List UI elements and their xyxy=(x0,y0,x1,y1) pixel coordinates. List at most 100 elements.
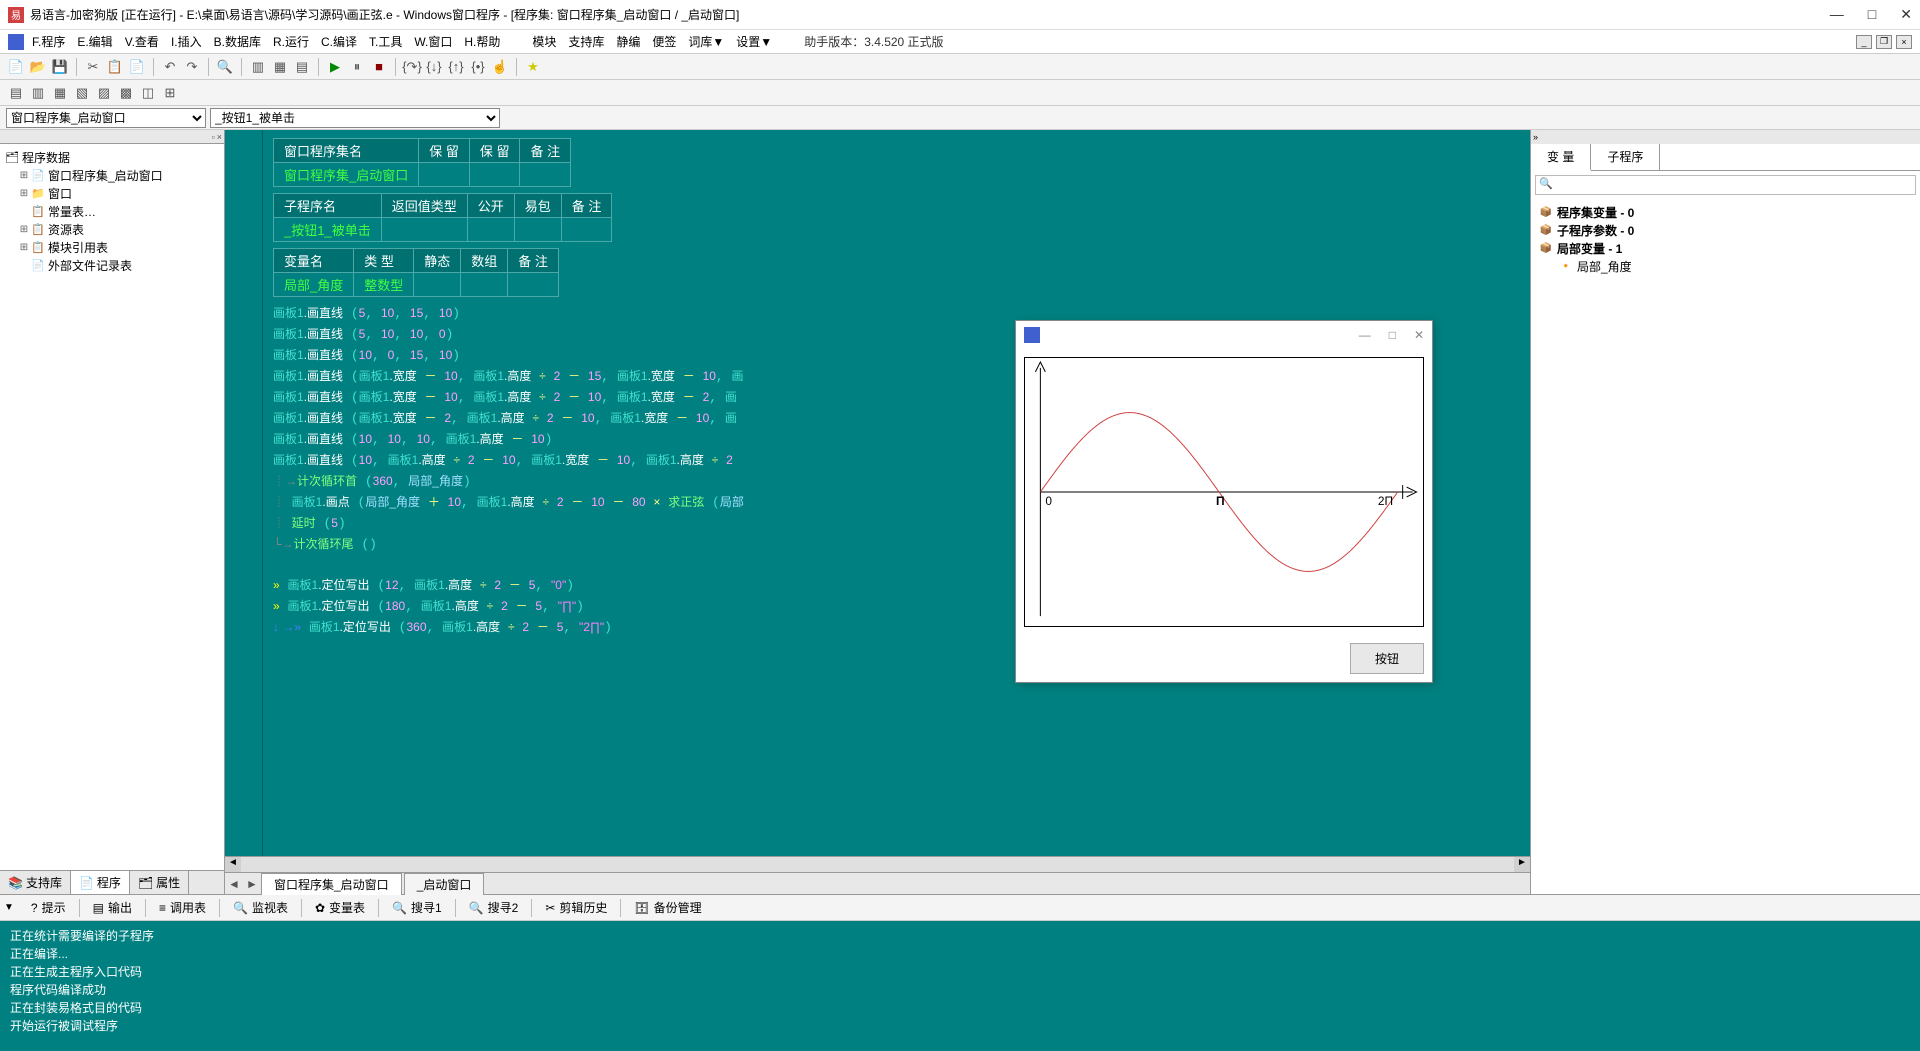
tb2-7[interactable]: ◫ xyxy=(138,83,158,103)
layout2-button[interactable]: ▦ xyxy=(270,57,290,77)
runtime-close-button[interactable]: ✕ xyxy=(1414,328,1424,342)
minimize-button[interactable]: — xyxy=(1830,6,1844,23)
tb2-3[interactable]: ▦ xyxy=(50,83,70,103)
runtime-window[interactable]: — □ ✕ 0 Π 2Π xyxy=(1015,320,1433,683)
panel-dock-icon[interactable]: ▫ xyxy=(212,132,215,142)
expand-icon[interactable]: ⊞ xyxy=(18,224,30,235)
runtime-maximize-button[interactable]: □ xyxy=(1389,328,1396,342)
editor-tab[interactable]: 窗口程序集_启动窗口 xyxy=(261,873,402,895)
expand-icon[interactable]: ⊞ xyxy=(18,242,30,253)
var-group[interactable]: 📦程序集变量 - 0 xyxy=(1539,203,1912,221)
pause-button[interactable]: ⏸ xyxy=(347,57,367,77)
mdi-restore-button[interactable]: ❐ xyxy=(1876,35,1892,49)
assembly-select[interactable]: 窗口程序集_启动窗口 xyxy=(6,108,206,128)
panel-pin-icon[interactable]: ▼ xyxy=(4,902,14,913)
var-group[interactable]: 📦子程序参数 - 0 xyxy=(1539,221,1912,239)
horizontal-scrollbar[interactable]: ◄ ► xyxy=(225,856,1530,872)
cursor-icon[interactable]: ☝ xyxy=(490,57,510,77)
tab-prev-icon[interactable]: ◄ xyxy=(225,877,243,891)
runtime-minimize-button[interactable]: — xyxy=(1359,328,1371,342)
tree-item[interactable]: ⊞📋资源表 xyxy=(4,220,220,238)
tab-calltable[interactable]: ≡调用表 xyxy=(150,895,215,920)
cut-button[interactable]: ✂ xyxy=(83,57,103,77)
menu-edit[interactable]: E.编辑 xyxy=(77,33,112,50)
panel-pin-icon[interactable]: » xyxy=(1533,132,1538,142)
tree-item[interactable]: ⊞📄窗口程序集_启动窗口 xyxy=(4,166,220,184)
menu-compile[interactable]: C.编译 xyxy=(321,33,357,50)
expand-icon[interactable]: ⊞ xyxy=(18,170,30,181)
menu-help[interactable]: H.帮助 xyxy=(464,33,500,50)
maximize-button[interactable]: □ xyxy=(1868,6,1876,23)
tab-variables[interactable]: 变 量 xyxy=(1531,144,1591,171)
save-button[interactable]: 💾 xyxy=(50,57,70,77)
run-button[interactable]: ▶ xyxy=(325,57,345,77)
stepinto-button[interactable]: {↓} xyxy=(424,57,444,77)
tab-backup[interactable]: 🗄备份管理 xyxy=(625,895,710,920)
stepover-button[interactable]: {↷} xyxy=(402,57,422,77)
scroll-left-icon[interactable]: ◄ xyxy=(225,857,241,872)
menu-note[interactable]: 便签 xyxy=(652,33,676,50)
tab-subroutines[interactable]: 子程序 xyxy=(1591,144,1660,170)
menu-static[interactable]: 静编 xyxy=(616,33,640,50)
menu-supportlib[interactable]: 支持库 xyxy=(568,33,604,50)
tree-root[interactable]: 🗂 程序数据 xyxy=(4,148,220,166)
tab-search2[interactable]: 🔍搜寻2 xyxy=(460,895,528,920)
run-draw-button[interactable]: 按钮 xyxy=(1350,643,1424,674)
tab-hint[interactable]: ?提示 xyxy=(22,895,75,920)
scroll-right-icon[interactable]: ► xyxy=(1514,857,1530,872)
breakpoint-button[interactable]: {•} xyxy=(468,57,488,77)
tree-item[interactable]: ⊞📁窗口 xyxy=(4,184,220,202)
tab-output[interactable]: ▤输出 xyxy=(84,895,141,920)
tab-next-icon[interactable]: ► xyxy=(243,877,261,891)
star-button[interactable]: ★ xyxy=(523,57,543,77)
search-input[interactable] xyxy=(1535,175,1916,195)
panel-close-icon[interactable]: × xyxy=(217,132,222,142)
tb2-2[interactable]: ▥ xyxy=(28,83,48,103)
subroutine-select[interactable]: _按钮1_被单击 xyxy=(210,108,500,128)
menu-dict[interactable]: 词库▼ xyxy=(688,33,724,50)
expand-icon[interactable]: ⊞ xyxy=(18,188,30,199)
layout3-button[interactable]: ▤ xyxy=(292,57,312,77)
editor-tab[interactable]: _启动窗口 xyxy=(404,873,485,895)
open-button[interactable]: 📂 xyxy=(28,57,48,77)
var-item[interactable]: 🔸局部_角度 xyxy=(1539,257,1912,275)
tab-properties[interactable]: 🗂属性 xyxy=(130,871,189,894)
undo-button[interactable]: ↶ xyxy=(160,57,180,77)
tree-item[interactable]: 📄外部文件记录表 xyxy=(4,256,220,274)
tab-supportlib[interactable]: 📚支持库 xyxy=(0,871,71,894)
menu-module[interactable]: 模块 xyxy=(532,33,556,50)
menu-program[interactable]: F.程序 xyxy=(32,33,65,50)
menu-insert[interactable]: I.插入 xyxy=(171,33,202,50)
tab-program[interactable]: 📄程序 xyxy=(71,871,130,894)
copy-button[interactable]: 📋 xyxy=(105,57,125,77)
mdi-close-button[interactable]: × xyxy=(1896,35,1912,49)
mdi-minimize-button[interactable]: _ xyxy=(1856,35,1872,49)
find-button[interactable]: 🔍 xyxy=(215,57,235,77)
var-group[interactable]: 📦局部变量 - 1 xyxy=(1539,239,1912,257)
menu-view[interactable]: V.查看 xyxy=(125,33,159,50)
stepout-button[interactable]: {↑} xyxy=(446,57,466,77)
output-console[interactable]: 正在统计需要编译的子程序 正在编译... 正在生成主程序入口代码 程序代码编译成… xyxy=(0,921,1920,1051)
tab-cliphistory[interactable]: ✂剪辑历史 xyxy=(536,895,616,920)
menu-run[interactable]: R.运行 xyxy=(273,33,309,50)
close-button[interactable]: ✕ xyxy=(1900,6,1912,23)
redo-button[interactable]: ↷ xyxy=(182,57,202,77)
tb2-6[interactable]: ▩ xyxy=(116,83,136,103)
tb2-4[interactable]: ▧ xyxy=(72,83,92,103)
tree-item[interactable]: ⊞📋模块引用表 xyxy=(4,238,220,256)
paste-button[interactable]: 📄 xyxy=(127,57,147,77)
tb2-8[interactable]: ⊞ xyxy=(160,83,180,103)
new-button[interactable]: 📄 xyxy=(6,57,26,77)
layout1-button[interactable]: ▥ xyxy=(248,57,268,77)
menu-tools[interactable]: T.工具 xyxy=(369,33,402,50)
tb2-1[interactable]: ▤ xyxy=(6,83,26,103)
menu-window[interactable]: W.窗口 xyxy=(414,33,452,50)
tree-item[interactable]: 📋常量表… xyxy=(4,202,220,220)
tab-search1[interactable]: 🔍搜寻1 xyxy=(383,895,451,920)
runtime-titlebar[interactable]: — □ ✕ xyxy=(1016,321,1432,349)
menu-database[interactable]: B.数据库 xyxy=(214,33,261,50)
tb2-5[interactable]: ▨ xyxy=(94,83,114,103)
stop-button[interactable]: ■ xyxy=(369,57,389,77)
tab-watch[interactable]: 🔍监视表 xyxy=(224,895,297,920)
tab-vartable[interactable]: ✿变量表 xyxy=(306,895,374,920)
